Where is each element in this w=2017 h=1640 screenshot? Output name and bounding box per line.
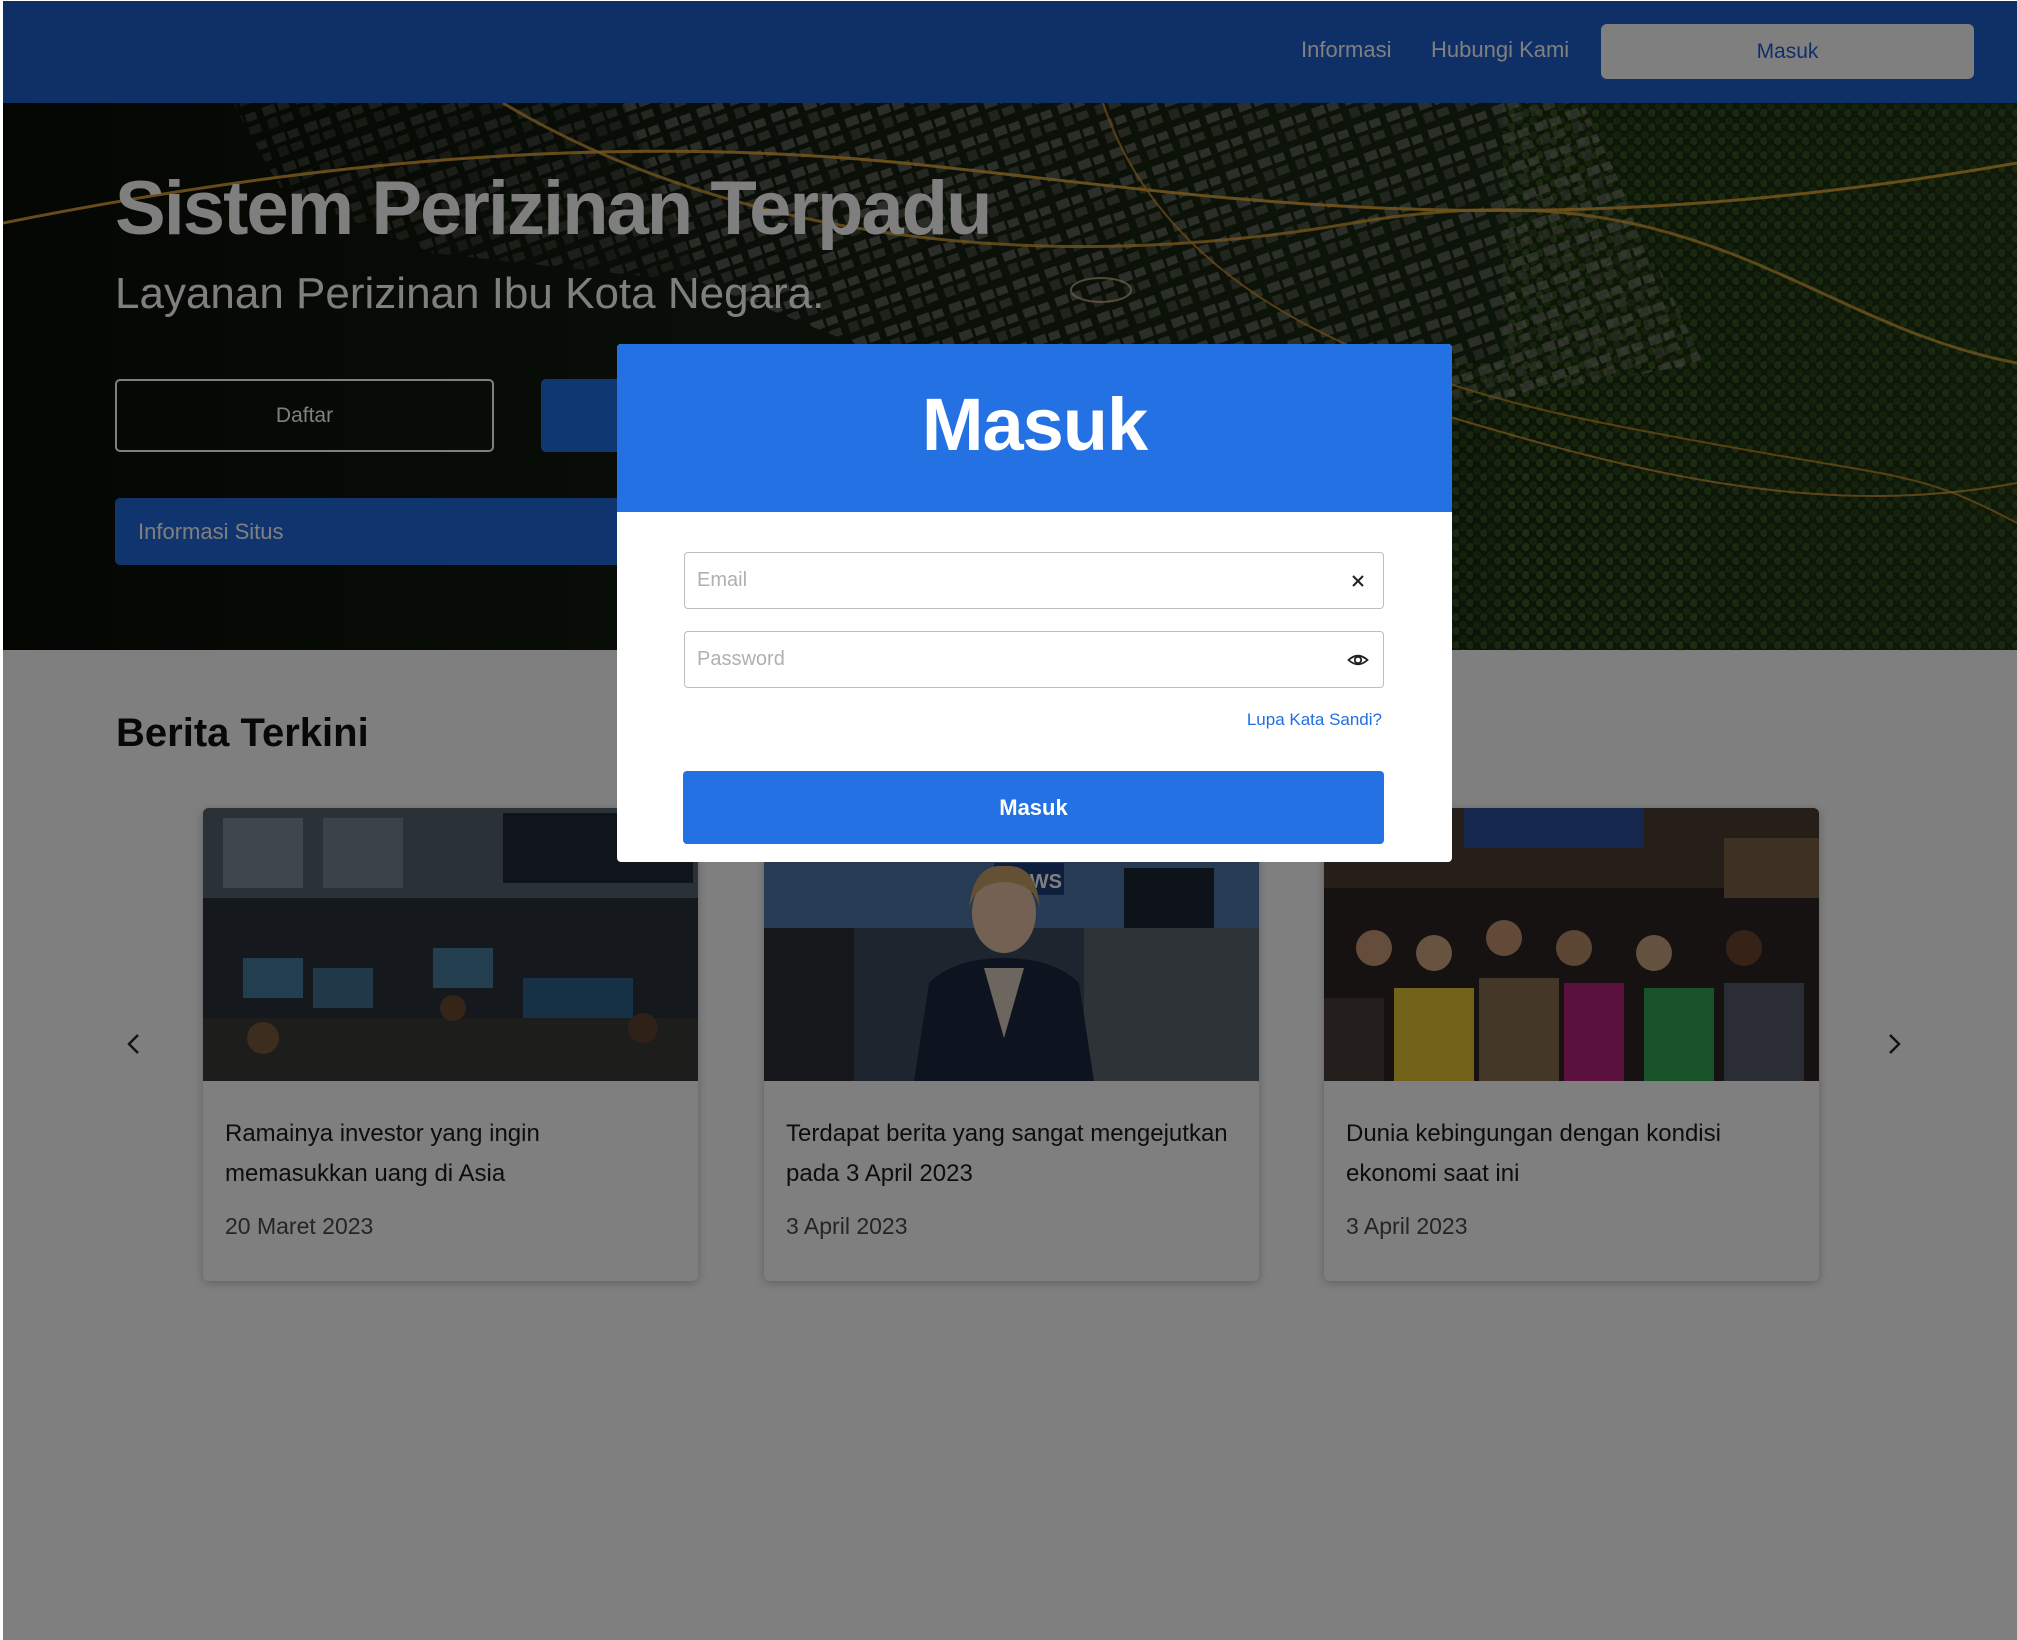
password-input[interactable] [685,632,1325,687]
clear-icon[interactable] [1347,570,1369,592]
forgot-password-link[interactable]: Lupa Kata Sandi? [1247,710,1382,730]
login-modal-header: Masuk [617,344,1452,512]
login-modal-title: Masuk [921,383,1148,466]
email-input[interactable] [685,553,1325,608]
password-field[interactable] [684,631,1384,688]
eye-icon[interactable] [1347,649,1369,671]
email-field[interactable] [684,552,1384,609]
login-submit-button[interactable]: Masuk [683,771,1384,844]
login-modal: Masuk Lupa Kata Sandi? Masuk [617,344,1452,862]
page: Informasi Hubungi Kami Masuk [3,1,2017,1640]
